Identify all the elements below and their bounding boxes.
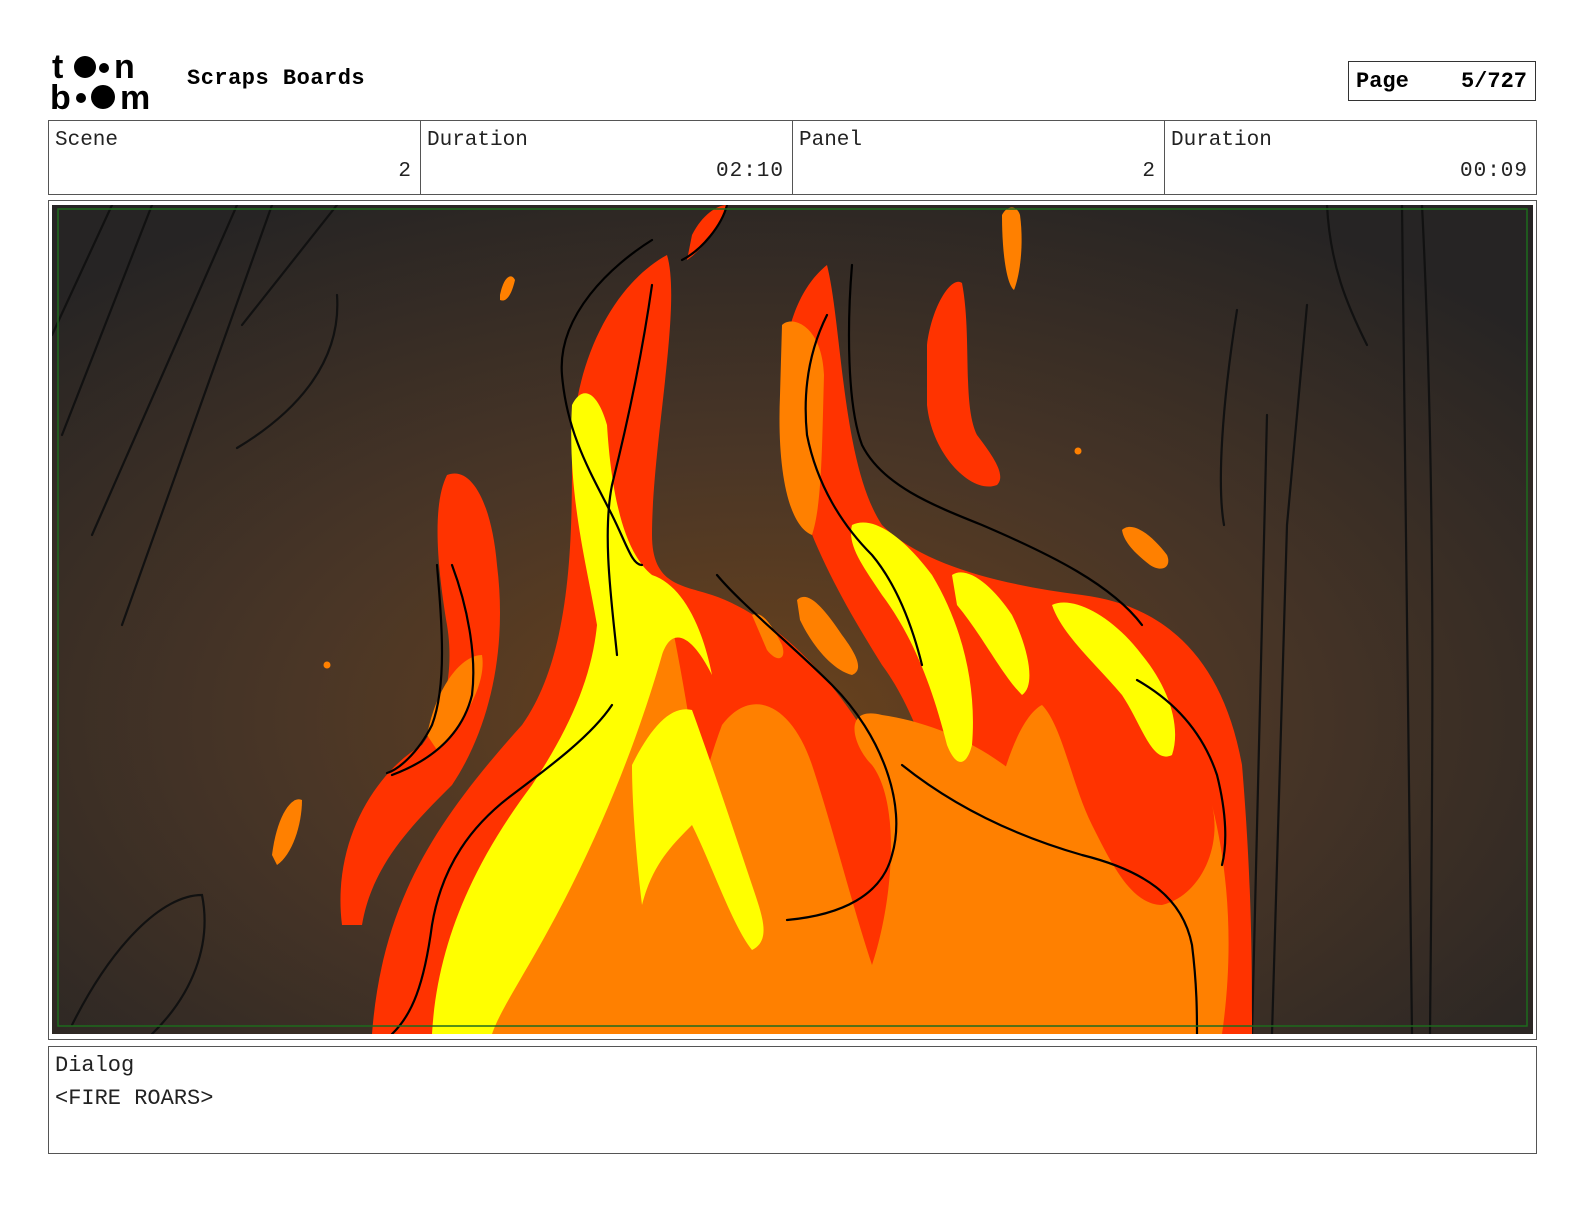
storyboard-panel-image <box>52 205 1533 1034</box>
panel-duration-value: 00:09 <box>1459 160 1528 183</box>
scene-cell: Scene 2 <box>49 121 421 194</box>
svg-text:b: b <box>50 79 71 112</box>
scene-duration-label: Duration <box>427 129 528 152</box>
panel-duration-cell: Duration 00:09 <box>1165 121 1536 194</box>
panel-cell: Panel 2 <box>793 121 1165 194</box>
panel-info-row: Scene 2 Duration 02:10 Panel 2 Duration … <box>48 120 1537 195</box>
project-title: Scraps Boards <box>187 66 366 91</box>
dialog-text: <FIRE ROARS> <box>55 1086 214 1111</box>
page-counter: Page 5/727 <box>1348 61 1536 101</box>
dialog-label: Dialog <box>55 1053 135 1078</box>
toonboom-logo: t n b m <box>50 48 165 117</box>
scene-duration-value: 02:10 <box>715 160 784 183</box>
scene-value: 2 <box>398 160 412 183</box>
page-value: 5/727 <box>1460 68 1527 94</box>
scene-duration-cell: Duration 02:10 <box>421 121 793 194</box>
dialog-box: Dialog <FIRE ROARS> <box>48 1046 1537 1154</box>
panel-duration-label: Duration <box>1171 129 1272 152</box>
page-label: Page <box>1356 68 1409 94</box>
scene-label: Scene <box>55 129 119 152</box>
svg-text:m: m <box>120 79 150 112</box>
panel-label: Panel <box>799 129 863 152</box>
panel-value: 2 <box>1142 160 1156 183</box>
